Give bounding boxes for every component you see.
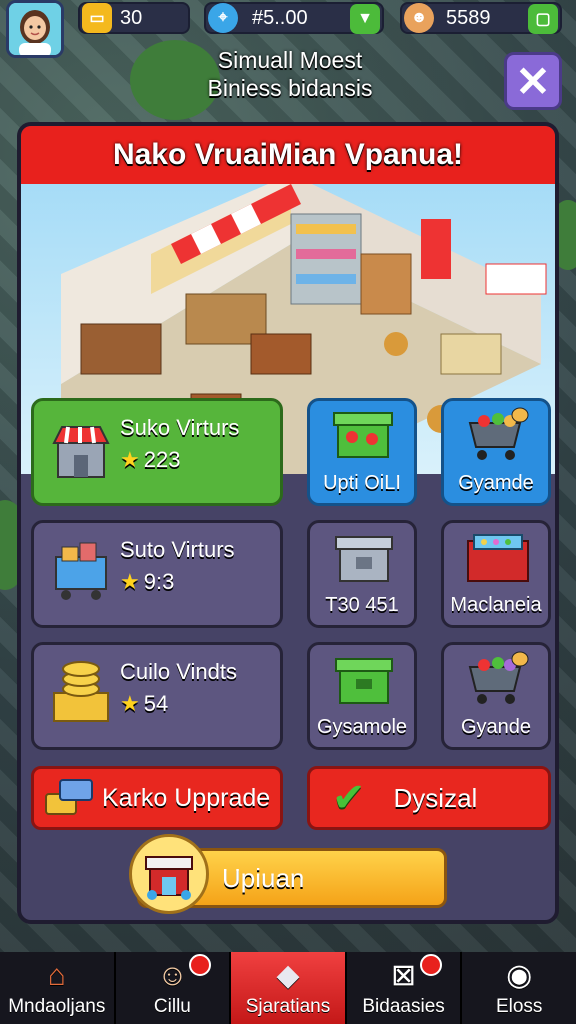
tile-upgrade-box[interactable]: Upti OiLI xyxy=(307,398,417,506)
resource-location: ⌖ #5..00 ▼ xyxy=(204,2,384,34)
notification-badge xyxy=(420,954,443,976)
header-line-1: Simuall Moest xyxy=(217,47,363,73)
house-icon: ⌂ xyxy=(47,959,66,992)
store-icon xyxy=(52,426,110,478)
nav-label: Sjaratians xyxy=(245,996,331,1017)
nav-item-home[interactable]: ⌂ Mndaoljans xyxy=(0,952,116,1024)
tile-produce-cart[interactable]: Gyande xyxy=(441,642,551,750)
tile-green-box[interactable]: Gysamole xyxy=(307,642,417,750)
resource-location-value: #5..00 xyxy=(252,6,308,29)
ticket-icon: ▭ xyxy=(82,3,112,33)
nav-item-operations[interactable]: ◆ Sjaratians xyxy=(231,952,347,1024)
location-pin-icon: ⌖ xyxy=(208,3,238,33)
tile-shopping-cart[interactable]: Gyamde xyxy=(441,398,551,506)
card-stat: ★ 223 xyxy=(120,447,180,473)
nav-label: Cillu xyxy=(153,996,191,1017)
green-crate-icon xyxy=(335,658,393,704)
player-avatar[interactable] xyxy=(6,0,64,58)
card-stat-value: 54 xyxy=(143,691,169,716)
cart-icon xyxy=(55,542,107,600)
nav-item-staff[interactable]: ☺ Cillu xyxy=(116,952,232,1024)
nav-item-businesses[interactable]: ⊠ Bidaasies xyxy=(347,952,463,1024)
panel-title: Nako VruaiMian Vpanua! xyxy=(21,126,555,187)
header-line-2: Biniess bidansis xyxy=(207,75,373,101)
tile-display-case[interactable]: Maclaneia xyxy=(441,520,551,628)
coins-icon xyxy=(53,661,109,722)
main-action-label: Upiuan xyxy=(222,862,305,893)
tile-label: Gyande xyxy=(460,716,532,738)
tile-label: Maclaneia xyxy=(450,594,542,616)
character-icon: ☻ xyxy=(404,3,434,33)
close-icon: ✕ xyxy=(515,57,551,105)
nav-item-settings[interactable]: ◉ Eloss xyxy=(462,952,576,1024)
person-icon: ☺ xyxy=(157,959,188,992)
crystal-icon: ◆ xyxy=(276,959,300,992)
add-resource-button[interactable]: ▢ xyxy=(528,4,558,34)
ring-icon: ◉ xyxy=(506,959,533,992)
nav-label: Bidaasies xyxy=(362,996,445,1017)
card-title: Cuilo Vindts xyxy=(120,659,237,684)
resource-character-value: 5589 xyxy=(446,6,491,29)
card-title: Suko Virturs xyxy=(120,415,240,440)
confirm-button-label: Dysizal xyxy=(393,782,478,813)
shop-badge-icon xyxy=(129,834,209,914)
notification-badge xyxy=(189,954,212,976)
card-title: Suto Virturs xyxy=(120,537,235,562)
metal-box-icon xyxy=(335,536,393,582)
resource-character: ☻ 5589 ▢ xyxy=(400,2,562,34)
tile-label: Upti OiLI xyxy=(323,472,401,494)
screen-header: Simuall Moest Biniess bidansis xyxy=(150,46,430,102)
resource-ticket: ▭ 30 xyxy=(78,2,190,34)
add-resource-button[interactable]: ▼ xyxy=(350,4,380,34)
bottom-nav: ⌂ Mndaoljans ☺ Cillu ◆ Sjaratians ⊠ Bida… xyxy=(0,952,576,1024)
checkmark-icon: ✔ xyxy=(332,776,366,820)
tickets-icon xyxy=(45,779,93,815)
tile-label: Gysamole xyxy=(316,716,408,738)
card-stat: ★ 54 xyxy=(120,691,168,717)
produce-cart-icon xyxy=(468,651,529,704)
top-bar: ▭ 30 ⌖ #5..00 ▼ ☻ 5589 ▢ xyxy=(0,0,576,58)
build-icon: ⊠ xyxy=(391,959,417,992)
star-icon: ★ xyxy=(120,447,140,472)
card-stat: ★ 9:3 xyxy=(120,569,174,595)
nav-label: Mndaoljans xyxy=(8,996,106,1017)
produce-cart-icon xyxy=(468,407,529,460)
card-stat-value: 9:3 xyxy=(143,569,175,594)
upgrade-button-label: Karko Upprade xyxy=(102,783,271,812)
business-card-2[interactable]: Suto Virturs ★ 9:3 xyxy=(31,520,283,628)
card-stat-value: 223 xyxy=(143,447,181,472)
star-icon: ★ xyxy=(120,569,140,594)
upgrade-button[interactable]: Karko Upprade xyxy=(31,766,283,830)
player-portrait-icon xyxy=(9,3,61,55)
business-card-1[interactable]: Suko Virturs ★ 223 xyxy=(31,398,283,506)
tile-label: T30 451 xyxy=(325,594,399,616)
star-icon: ★ xyxy=(120,691,140,716)
close-button[interactable]: ✕ xyxy=(504,52,562,110)
business-panel: Nako VruaiMian Vpanua! Suko Virturs ★ 22… xyxy=(17,122,559,924)
tile-label: Gyamde xyxy=(458,472,534,494)
business-card-3[interactable]: Cuilo Vindts ★ 54 xyxy=(31,642,283,750)
nav-label: Eloss xyxy=(495,996,543,1017)
confirm-button[interactable]: ✔ Dysizal xyxy=(307,766,551,830)
supply-crate-icon xyxy=(333,412,393,458)
resource-ticket-value: 30 xyxy=(120,6,143,29)
tile-safe[interactable]: T30 451 xyxy=(307,520,417,628)
candy-chest-icon xyxy=(467,534,529,582)
